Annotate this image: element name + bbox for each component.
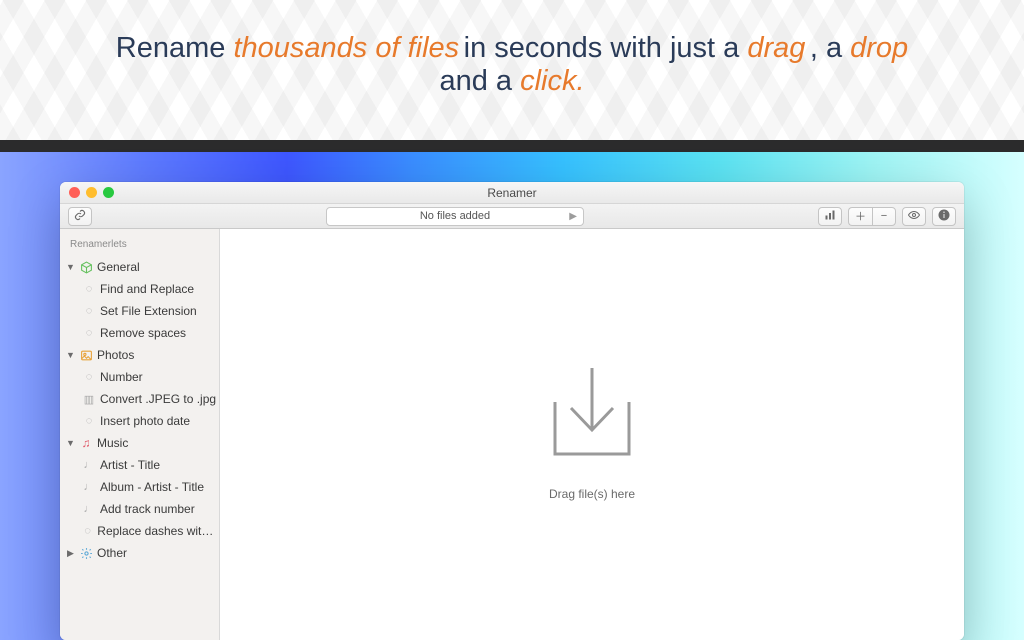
disclosure-icon: ▼ bbox=[66, 350, 75, 360]
dropzone[interactable]: Drag file(s) here bbox=[549, 368, 635, 501]
sidebar-item-label: Convert .JPEG to .jpg bbox=[100, 392, 216, 406]
sidebar-header: Renamerlets bbox=[60, 237, 219, 256]
sidebar-group-other[interactable]: ▶ Other bbox=[60, 542, 219, 564]
disclosure-icon: ▼ bbox=[66, 438, 75, 448]
sidebar-item-album-artist-title[interactable]: ♩ Album - Artist - Title bbox=[60, 476, 219, 498]
link-button[interactable] bbox=[68, 207, 92, 226]
sidebar-item-add-track-number[interactable]: ♩ Add track number bbox=[60, 498, 219, 520]
sidebar-item-label: Artist - Title bbox=[100, 458, 160, 472]
sidebar-item-number[interactable]: ◌ Number bbox=[60, 366, 219, 388]
sidebar-group-label: Music bbox=[97, 436, 128, 450]
add-remove-group: ＋ − bbox=[848, 207, 896, 226]
status-text: No files added bbox=[420, 210, 490, 222]
content-area: Drag file(s) here bbox=[220, 229, 964, 640]
sidebar-group-label: Photos bbox=[97, 348, 134, 362]
sidebar-item-label: Add track number bbox=[100, 502, 195, 516]
promo-text-4: and a bbox=[439, 65, 520, 97]
gradient-background: Renamer No files added ▶ ＋ − bbox=[0, 152, 1024, 640]
gear-outline-icon: ◌ bbox=[82, 326, 96, 340]
stats-button[interactable] bbox=[818, 207, 842, 226]
sidebar: Renamerlets ▼ General ◌ Find and Replace… bbox=[60, 229, 220, 640]
music-icon: ♫ bbox=[79, 436, 93, 450]
gear-outline-icon: ◌ bbox=[82, 524, 93, 538]
preview-button[interactable] bbox=[902, 207, 926, 226]
info-icon bbox=[938, 209, 950, 224]
gear-outline-icon: ◌ bbox=[82, 304, 96, 318]
sidebar-item-label: Remove spaces bbox=[100, 326, 186, 340]
sidebar-group-photos[interactable]: ▼ Photos bbox=[60, 344, 219, 366]
app-window: Renamer No files added ▶ ＋ − bbox=[60, 182, 964, 640]
eye-icon bbox=[907, 209, 921, 224]
sidebar-item-label: Find and Replace bbox=[100, 282, 194, 296]
sidebar-item-artist-title[interactable]: ♩ Artist - Title bbox=[60, 454, 219, 476]
sidebar-group-label: Other bbox=[97, 546, 127, 560]
sidebar-item-label: Album - Artist - Title bbox=[100, 480, 204, 494]
music-note-icon: ♩ bbox=[82, 502, 96, 516]
file-icon: ▥ bbox=[82, 392, 96, 406]
cube-icon bbox=[79, 260, 93, 274]
sidebar-item-convert-jpeg[interactable]: ▥ Convert .JPEG to .jpg bbox=[60, 388, 219, 410]
music-note-icon: ♩ bbox=[82, 480, 96, 494]
sidebar-group-label: General bbox=[97, 260, 140, 274]
sidebar-group-general[interactable]: ▼ General bbox=[60, 256, 219, 278]
sidebar-item-find-replace[interactable]: ◌ Find and Replace bbox=[60, 278, 219, 300]
download-arrow-icon bbox=[549, 368, 635, 469]
sidebar-item-label: Replace dashes with unde... bbox=[97, 524, 219, 538]
sidebar-item-label: Set File Extension bbox=[100, 304, 197, 318]
sidebar-item-set-extension[interactable]: ◌ Set File Extension bbox=[60, 300, 219, 322]
minus-icon: − bbox=[881, 210, 887, 222]
gear-icon bbox=[79, 546, 93, 560]
promo-em-3: drop bbox=[850, 32, 908, 64]
plus-icon: ＋ bbox=[855, 208, 866, 224]
link-icon bbox=[74, 209, 86, 224]
music-note-icon: ♩ bbox=[82, 458, 96, 472]
sidebar-group-music[interactable]: ▼ ♫ Music bbox=[60, 432, 219, 454]
image-icon bbox=[79, 348, 93, 362]
promo-em-2: drag bbox=[747, 32, 805, 64]
info-button[interactable] bbox=[932, 207, 956, 226]
sidebar-item-remove-spaces[interactable]: ◌ Remove spaces bbox=[60, 322, 219, 344]
toolbar: No files added ▶ ＋ − bbox=[60, 204, 964, 229]
sidebar-item-replace-dashes[interactable]: ◌ Replace dashes with unde... bbox=[60, 520, 219, 542]
gear-outline-icon: ◌ bbox=[82, 414, 96, 428]
window-title: Renamer bbox=[60, 186, 964, 200]
promo-em-1: thousands of files bbox=[233, 32, 459, 64]
bar-chart-icon bbox=[824, 209, 836, 224]
promo-banner: Rename thousands of files in seconds wit… bbox=[0, 0, 1024, 140]
promo-em-4: click. bbox=[520, 65, 584, 97]
status-pill[interactable]: No files added ▶ bbox=[326, 207, 584, 226]
sidebar-item-label: Insert photo date bbox=[100, 414, 190, 428]
disclosure-icon: ▶ bbox=[66, 548, 75, 559]
window-body: Renamerlets ▼ General ◌ Find and Replace… bbox=[60, 229, 964, 640]
disclosure-icon: ▼ bbox=[66, 262, 75, 272]
promo-text-1: Rename bbox=[116, 32, 234, 64]
promo-text-2: in seconds with just a bbox=[464, 32, 748, 64]
sidebar-item-insert-date[interactable]: ◌ Insert photo date bbox=[60, 410, 219, 432]
sidebar-item-label: Number bbox=[100, 370, 143, 384]
play-icon[interactable]: ▶ bbox=[569, 211, 577, 222]
divider-bar bbox=[0, 140, 1024, 152]
dropzone-label: Drag file(s) here bbox=[549, 487, 635, 501]
titlebar: Renamer bbox=[60, 182, 964, 204]
add-button[interactable]: ＋ bbox=[848, 207, 872, 226]
gear-outline-icon: ◌ bbox=[82, 370, 96, 384]
remove-button[interactable]: − bbox=[872, 207, 896, 226]
gear-outline-icon: ◌ bbox=[82, 282, 96, 296]
promo-text-3: , a bbox=[810, 32, 850, 64]
